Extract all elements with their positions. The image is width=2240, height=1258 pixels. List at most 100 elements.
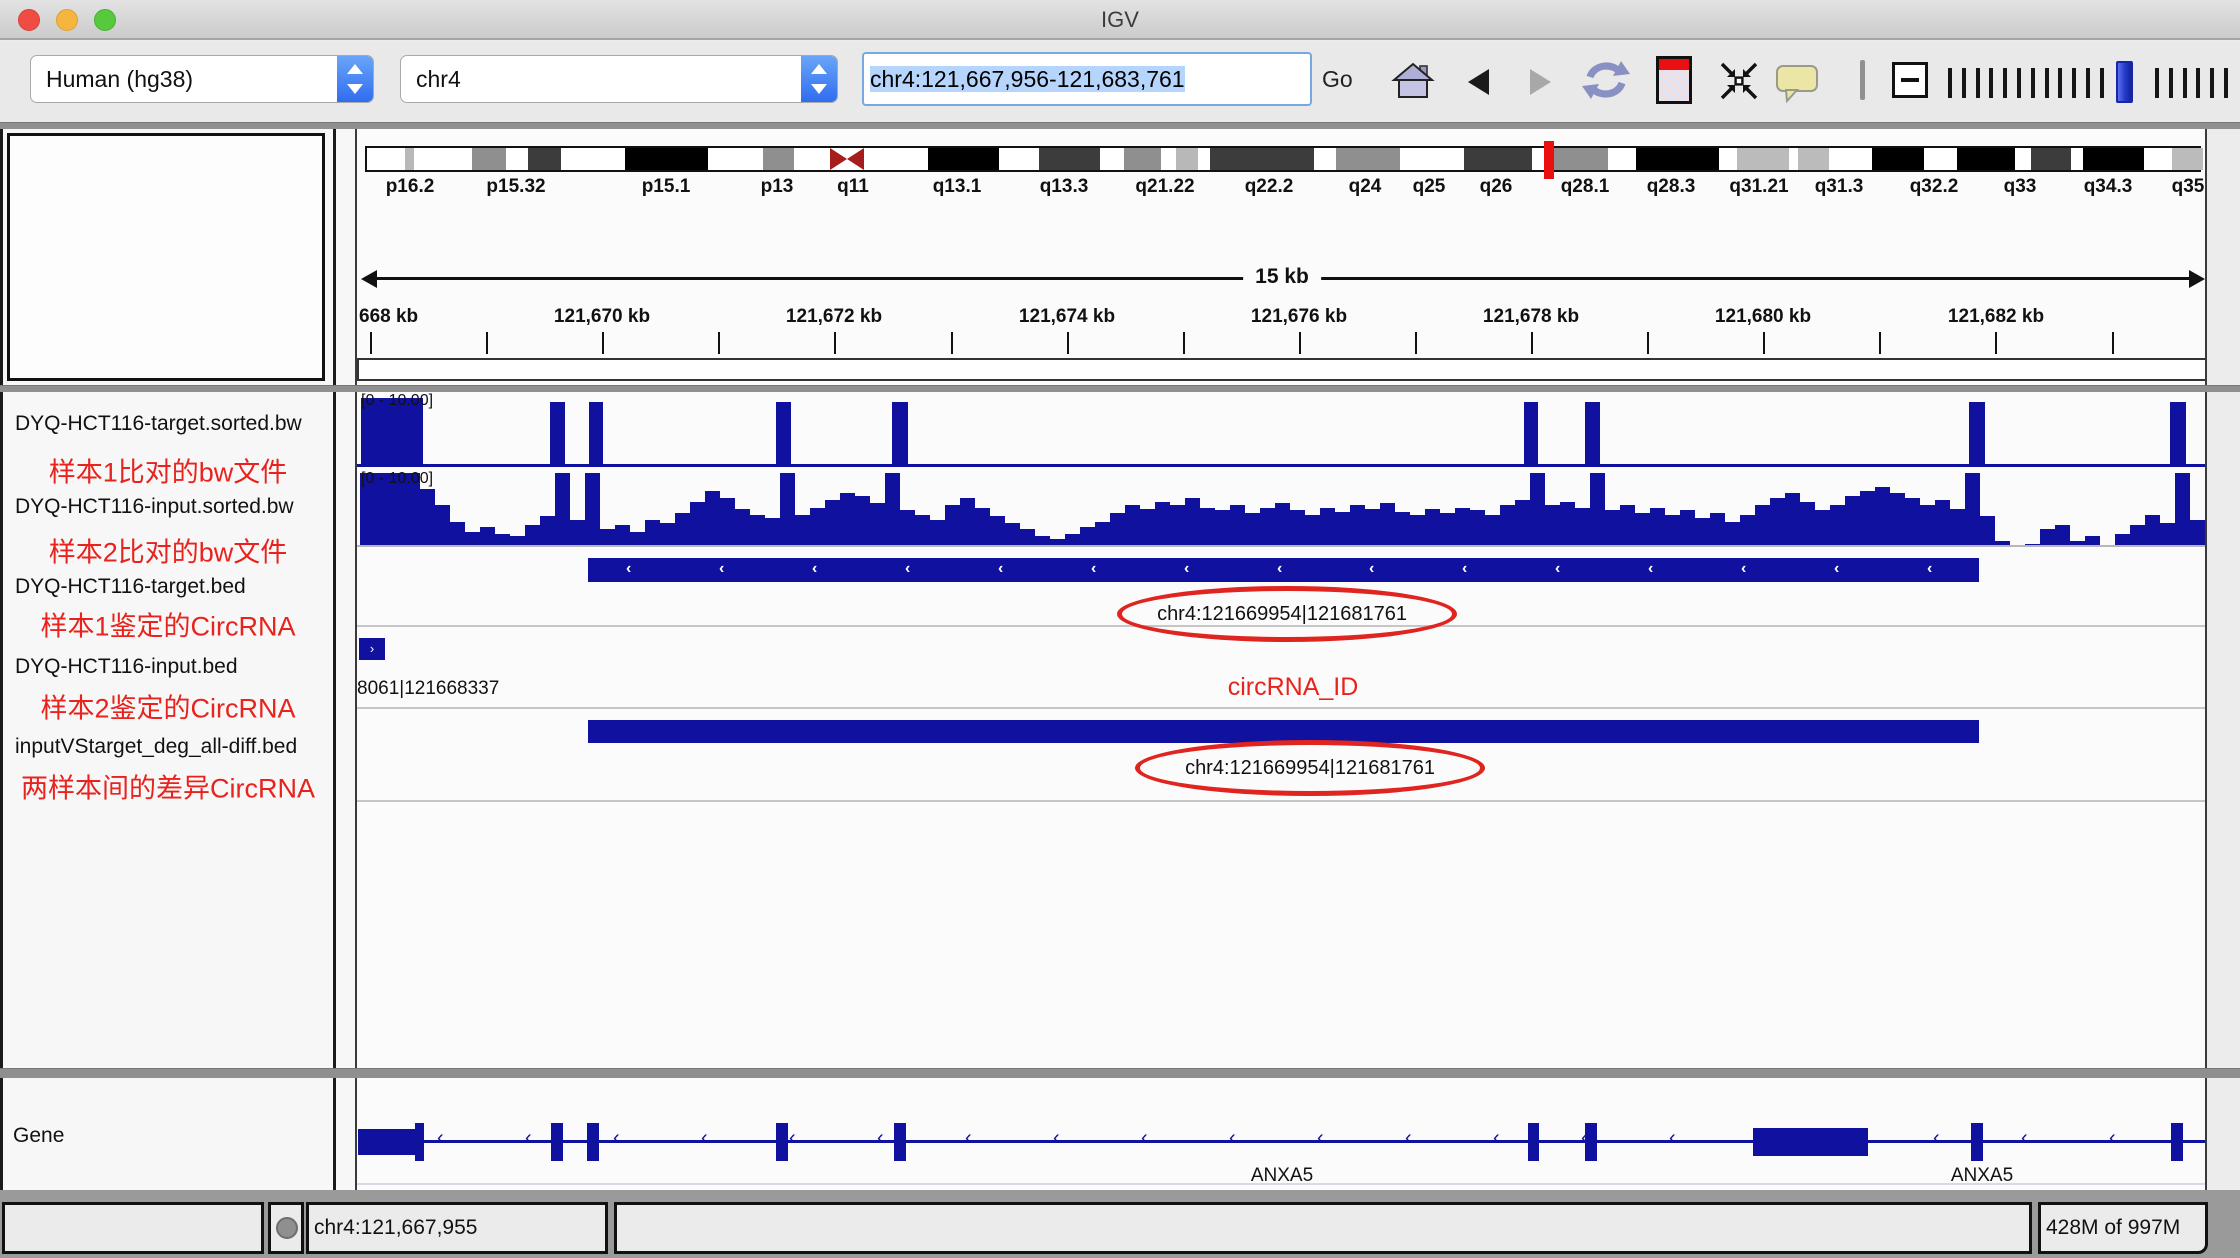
panel-divider[interactable] xyxy=(333,392,336,1068)
coverage-bar xyxy=(1380,503,1395,545)
coverage-bar xyxy=(555,473,570,545)
panel-divider[interactable] xyxy=(333,129,336,385)
stepper-icon[interactable] xyxy=(801,56,837,102)
coverage-bar xyxy=(1515,500,1530,545)
zoom-slider-thumb[interactable] xyxy=(2116,61,2133,103)
coverage-bar xyxy=(1605,510,1620,545)
ruler-right-arrow-icon xyxy=(2189,270,2205,288)
locus-input[interactable]: chr4:121,667,956-121,683,761 xyxy=(862,52,1312,106)
chromosome-select[interactable]: chr4 xyxy=(400,55,838,103)
gene-exon[interactable] xyxy=(1585,1123,1597,1161)
status-locus-text: chr4:121,667,955 xyxy=(314,1216,477,1239)
strand-arrow-icon: ‹ xyxy=(1317,1127,1324,1150)
gene-exon[interactable] xyxy=(1528,1123,1539,1161)
coverage-bar xyxy=(450,522,465,545)
ruler-tick xyxy=(1763,332,1765,354)
gene-exon[interactable] xyxy=(358,1129,418,1155)
coverage-bar xyxy=(589,402,603,464)
back-icon[interactable] xyxy=(1468,69,1489,95)
circrna-clipped-label: 8061|121668337 xyxy=(357,678,499,700)
coverage-bar xyxy=(855,496,870,545)
coverage-bar xyxy=(840,493,855,545)
track-name[interactable]: DYQ-HCT116-target.bed xyxy=(15,575,246,599)
coverage-bar xyxy=(540,516,555,545)
cytoband xyxy=(794,148,830,170)
home-icon[interactable] xyxy=(1390,60,1436,104)
coverage-bar xyxy=(1065,534,1080,545)
stepper-icon[interactable] xyxy=(337,56,373,102)
cytoband xyxy=(1198,148,1210,170)
coverage-bar xyxy=(1320,508,1335,545)
coverage-bar xyxy=(525,525,540,545)
coverage-bar xyxy=(1530,473,1545,545)
gene-exon[interactable] xyxy=(587,1123,599,1161)
window-title: IGV xyxy=(0,7,2240,33)
zoom-out-icon[interactable] xyxy=(1892,62,1928,98)
zoom-slider-tick xyxy=(2100,68,2104,98)
circrna-feature-partial[interactable]: › xyxy=(359,638,385,660)
track-name[interactable]: DYQ-HCT116-target.sorted.bw xyxy=(15,412,302,436)
strand-chevron-icon: ‹ xyxy=(905,560,910,578)
coverage-bar xyxy=(1830,505,1845,545)
status-bar: chr4:121,667,955 428M of 997M xyxy=(0,1190,2240,1258)
current-locus-marker[interactable] xyxy=(1544,141,1554,179)
igv-window: IGV Human (hg38) chr4 chr4:121,667,956-1… xyxy=(0,0,2240,1258)
go-button[interactable]: Go xyxy=(1322,66,1353,93)
ruler-tick-label: 121,680 kb xyxy=(1715,306,1811,328)
coverage-bar xyxy=(645,520,660,545)
gene-exon[interactable] xyxy=(415,1123,424,1161)
coverage-bar xyxy=(465,532,480,545)
gene-exon[interactable] xyxy=(776,1123,788,1161)
track-name[interactable]: DYQ-HCT116-input.sorted.bw xyxy=(15,495,294,519)
coverage-bar xyxy=(1305,515,1320,545)
coverage-bar xyxy=(1395,512,1410,545)
zoom-slider-tick xyxy=(1989,68,1993,98)
cytoband xyxy=(405,148,414,170)
coverage-bar xyxy=(2160,523,2175,545)
cytoband-label: q35 xyxy=(2172,176,2205,198)
memory-usage-text: 428M of 997M xyxy=(2046,1216,2180,1239)
cytoband xyxy=(1798,148,1829,170)
track-scale-label: [0 - 10.00] xyxy=(361,392,433,410)
ruler-tick xyxy=(834,332,836,354)
strand-chevron-icon: ‹ xyxy=(1555,560,1560,578)
coverage-bar xyxy=(1545,505,1560,545)
coverage-bar xyxy=(480,527,495,545)
track-annotation-label: 两样本间的差异CircRNA xyxy=(7,767,329,806)
cytoband xyxy=(1100,148,1124,170)
gene-exon[interactable] xyxy=(1753,1128,1868,1156)
strand-chevron-icon: ‹ xyxy=(1462,560,1467,578)
track-name[interactable]: DYQ-HCT116-input.bed xyxy=(15,655,238,679)
ruler-tick xyxy=(1183,332,1185,354)
gene-exon[interactable] xyxy=(2171,1123,2183,1161)
ruler-tick xyxy=(718,332,720,354)
refresh-icon[interactable] xyxy=(1582,57,1630,103)
genome-select[interactable]: Human (hg38) xyxy=(30,55,374,103)
chromosome-ideogram[interactable] xyxy=(365,146,2201,172)
gene-exon[interactable] xyxy=(1971,1123,1983,1161)
coverage-bar xyxy=(1905,498,1920,545)
tooltip-icon[interactable] xyxy=(1774,62,1820,104)
tracks-data-area: [0 - 10.00] [0 - 10.00] ‹‹‹‹‹‹‹‹‹‹‹‹‹‹‹ … xyxy=(355,392,2207,1068)
snapshot-icon[interactable] xyxy=(1656,56,1692,104)
strand-chevron-icon: ‹ xyxy=(1277,560,1282,578)
coverage-bar xyxy=(585,473,600,545)
cytoband xyxy=(561,148,625,170)
circrna-feature-bar[interactable]: ‹‹‹‹‹‹‹‹‹‹‹‹‹‹‹ xyxy=(588,558,1979,582)
gene-exon[interactable] xyxy=(551,1123,563,1161)
cytoband-label: q21.22 xyxy=(1135,176,1194,198)
status-message-box xyxy=(614,1202,2032,1254)
panel-divider[interactable] xyxy=(333,1078,336,1190)
circrna-id-label: circRNA_ID xyxy=(1228,673,1359,702)
tracks-panel: DYQ-HCT116-target.sorted.bw样本1比对的bw文件DYQ… xyxy=(0,392,2204,1068)
cytoband xyxy=(1789,148,1798,170)
coverage-bar xyxy=(960,498,975,545)
fit-to-window-icon[interactable] xyxy=(1718,60,1760,102)
gene-track-label[interactable]: Gene xyxy=(13,1124,64,1148)
forward-icon[interactable] xyxy=(1530,69,1551,95)
track-separator xyxy=(357,707,2207,709)
track-name[interactable]: inputVStarget_deg_all-diff.bed xyxy=(15,735,297,759)
gene-exon[interactable] xyxy=(894,1123,906,1161)
zoom-slider-tick xyxy=(1976,68,1980,98)
ruler-tick-label: 121,676 kb xyxy=(1251,306,1347,328)
